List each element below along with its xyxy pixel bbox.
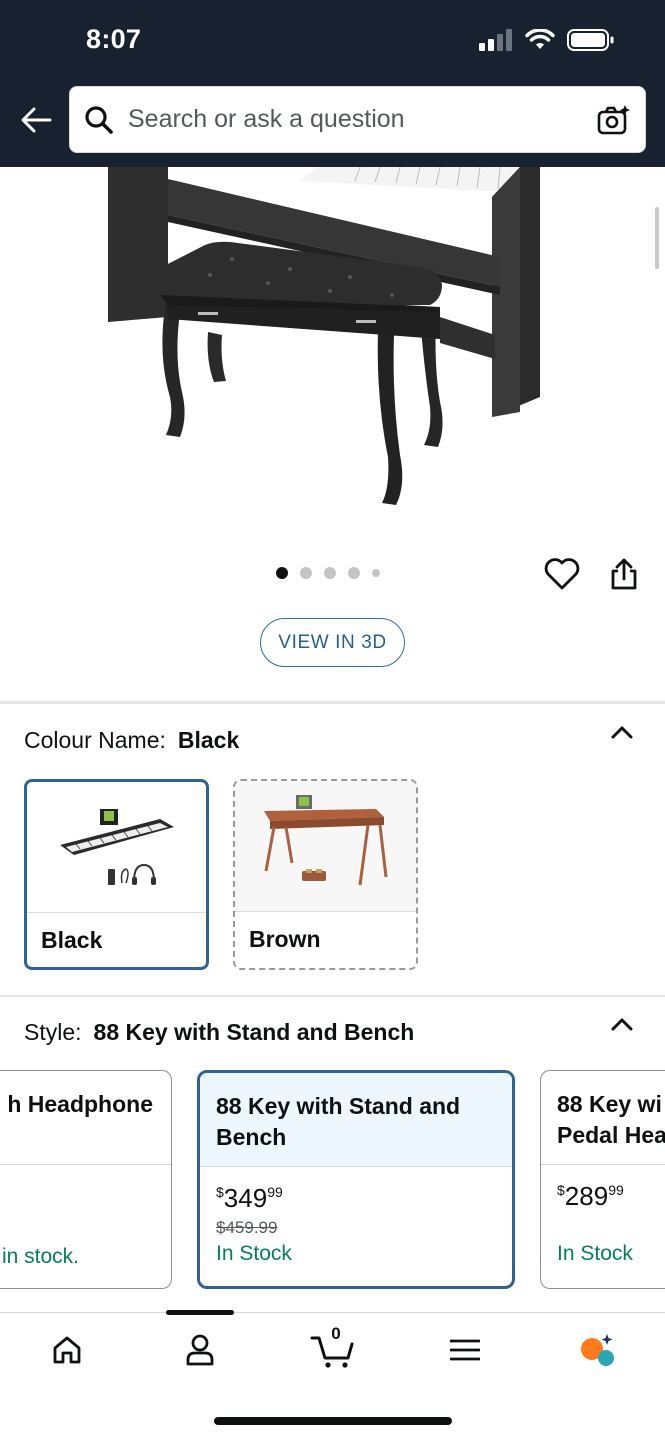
account-icon <box>186 1334 214 1366</box>
colour-collapse-chevron-up-icon[interactable] <box>609 720 635 746</box>
colour-label: Colour Name: <box>24 727 166 753</box>
swatch-image-black <box>27 782 206 913</box>
image-carousel-dots[interactable] <box>276 567 380 579</box>
home-icon <box>53 1336 81 1364</box>
view-in-3d-button[interactable]: VIEW IN 3D <box>260 618 405 667</box>
back-button[interactable] <box>16 100 56 140</box>
rufus-icon <box>581 1334 614 1366</box>
product-page: 8:07 Search or ask a question VIEW IN 3D… <box>0 0 665 1440</box>
colour-label-row: Colour Name: Black <box>24 727 239 754</box>
style-option-title: 88 Key with Stand and Bench <box>200 1073 512 1167</box>
colour-swatch-brown[interactable]: Brown <box>233 779 418 970</box>
list-price: $459.99 <box>216 1218 278 1237</box>
share-icon <box>611 558 637 590</box>
nav-rufus-assistant[interactable] <box>574 1328 622 1372</box>
cart-count-badge: 0 <box>331 1324 341 1343</box>
share-button[interactable] <box>602 552 646 596</box>
style-option-title: 88 Key wi Pedal Hea <box>541 1071 665 1165</box>
brown-piano-image <box>263 795 387 886</box>
product-image[interactable] <box>0 167 665 547</box>
status-time: 8:07 <box>86 24 142 54</box>
search-bar[interactable] <box>69 86 646 153</box>
style-option-card[interactable]: h Headphone in stock. <box>0 1070 172 1289</box>
app-header: 8:07 <box>0 0 665 167</box>
section-divider <box>0 701 665 704</box>
menu-icon <box>450 1339 480 1361</box>
piano-bench-image <box>108 167 540 505</box>
stock-status: in stock. <box>1 1245 79 1268</box>
heart-icon <box>544 558 580 590</box>
search-icon <box>85 105 113 134</box>
colour-selected-value: Black <box>177 727 240 753</box>
scroll-indicator <box>655 207 659 269</box>
current-price: $34999 <box>216 1183 283 1213</box>
nav-account[interactable] <box>176 1328 224 1372</box>
style-label-row: Style: 88 Key with Stand and Bench <box>24 1019 414 1046</box>
active-tab-indicator <box>166 1310 234 1315</box>
swatch-image-brown <box>235 781 416 912</box>
swatch-label-brown: Brown <box>249 926 321 952</box>
current-price: $28999 <box>557 1181 624 1211</box>
wishlist-button[interactable] <box>540 552 584 596</box>
camera-search-icon[interactable] <box>597 104 631 136</box>
style-collapse-chevron-up-icon[interactable] <box>609 1012 635 1038</box>
style-option-card[interactable]: 88 Key wi Pedal Hea $28999 In Stock <box>540 1070 665 1289</box>
status-icons <box>479 28 615 52</box>
section-divider <box>0 995 665 997</box>
price-block: $28999 In Stock <box>541 1165 665 1266</box>
stock-status: In Stock <box>216 1242 292 1265</box>
carousel-dot[interactable] <box>348 567 360 579</box>
carousel-dot[interactable] <box>276 567 288 579</box>
stock-status: In Stock <box>557 1242 633 1265</box>
nav-menu[interactable] <box>441 1328 489 1372</box>
style-option-card-selected[interactable]: 88 Key with Stand and Bench $34999 $459.… <box>197 1070 515 1289</box>
wifi-icon <box>525 29 555 49</box>
search-input[interactable] <box>128 105 597 134</box>
carousel-dot[interactable] <box>372 569 380 577</box>
home-indicator <box>214 1417 452 1425</box>
price-block: $34999 $459.99 In Stock <box>200 1167 512 1266</box>
nav-cart[interactable]: 0 <box>308 1324 358 1372</box>
swatch-label-black: Black <box>41 927 103 953</box>
back-arrow-icon <box>21 107 52 133</box>
nav-home[interactable] <box>43 1328 91 1372</box>
battery-icon <box>567 29 614 51</box>
colour-swatch-black[interactable]: Black <box>24 779 209 970</box>
style-option-title: h Headphone <box>0 1071 171 1165</box>
style-label: Style: <box>24 1019 82 1045</box>
signal-icon <box>479 29 512 51</box>
black-keyboard-image <box>59 809 174 885</box>
carousel-dot[interactable] <box>300 567 312 579</box>
style-selected-value: 88 Key with Stand and Bench <box>93 1019 415 1045</box>
carousel-dot[interactable] <box>324 567 336 579</box>
